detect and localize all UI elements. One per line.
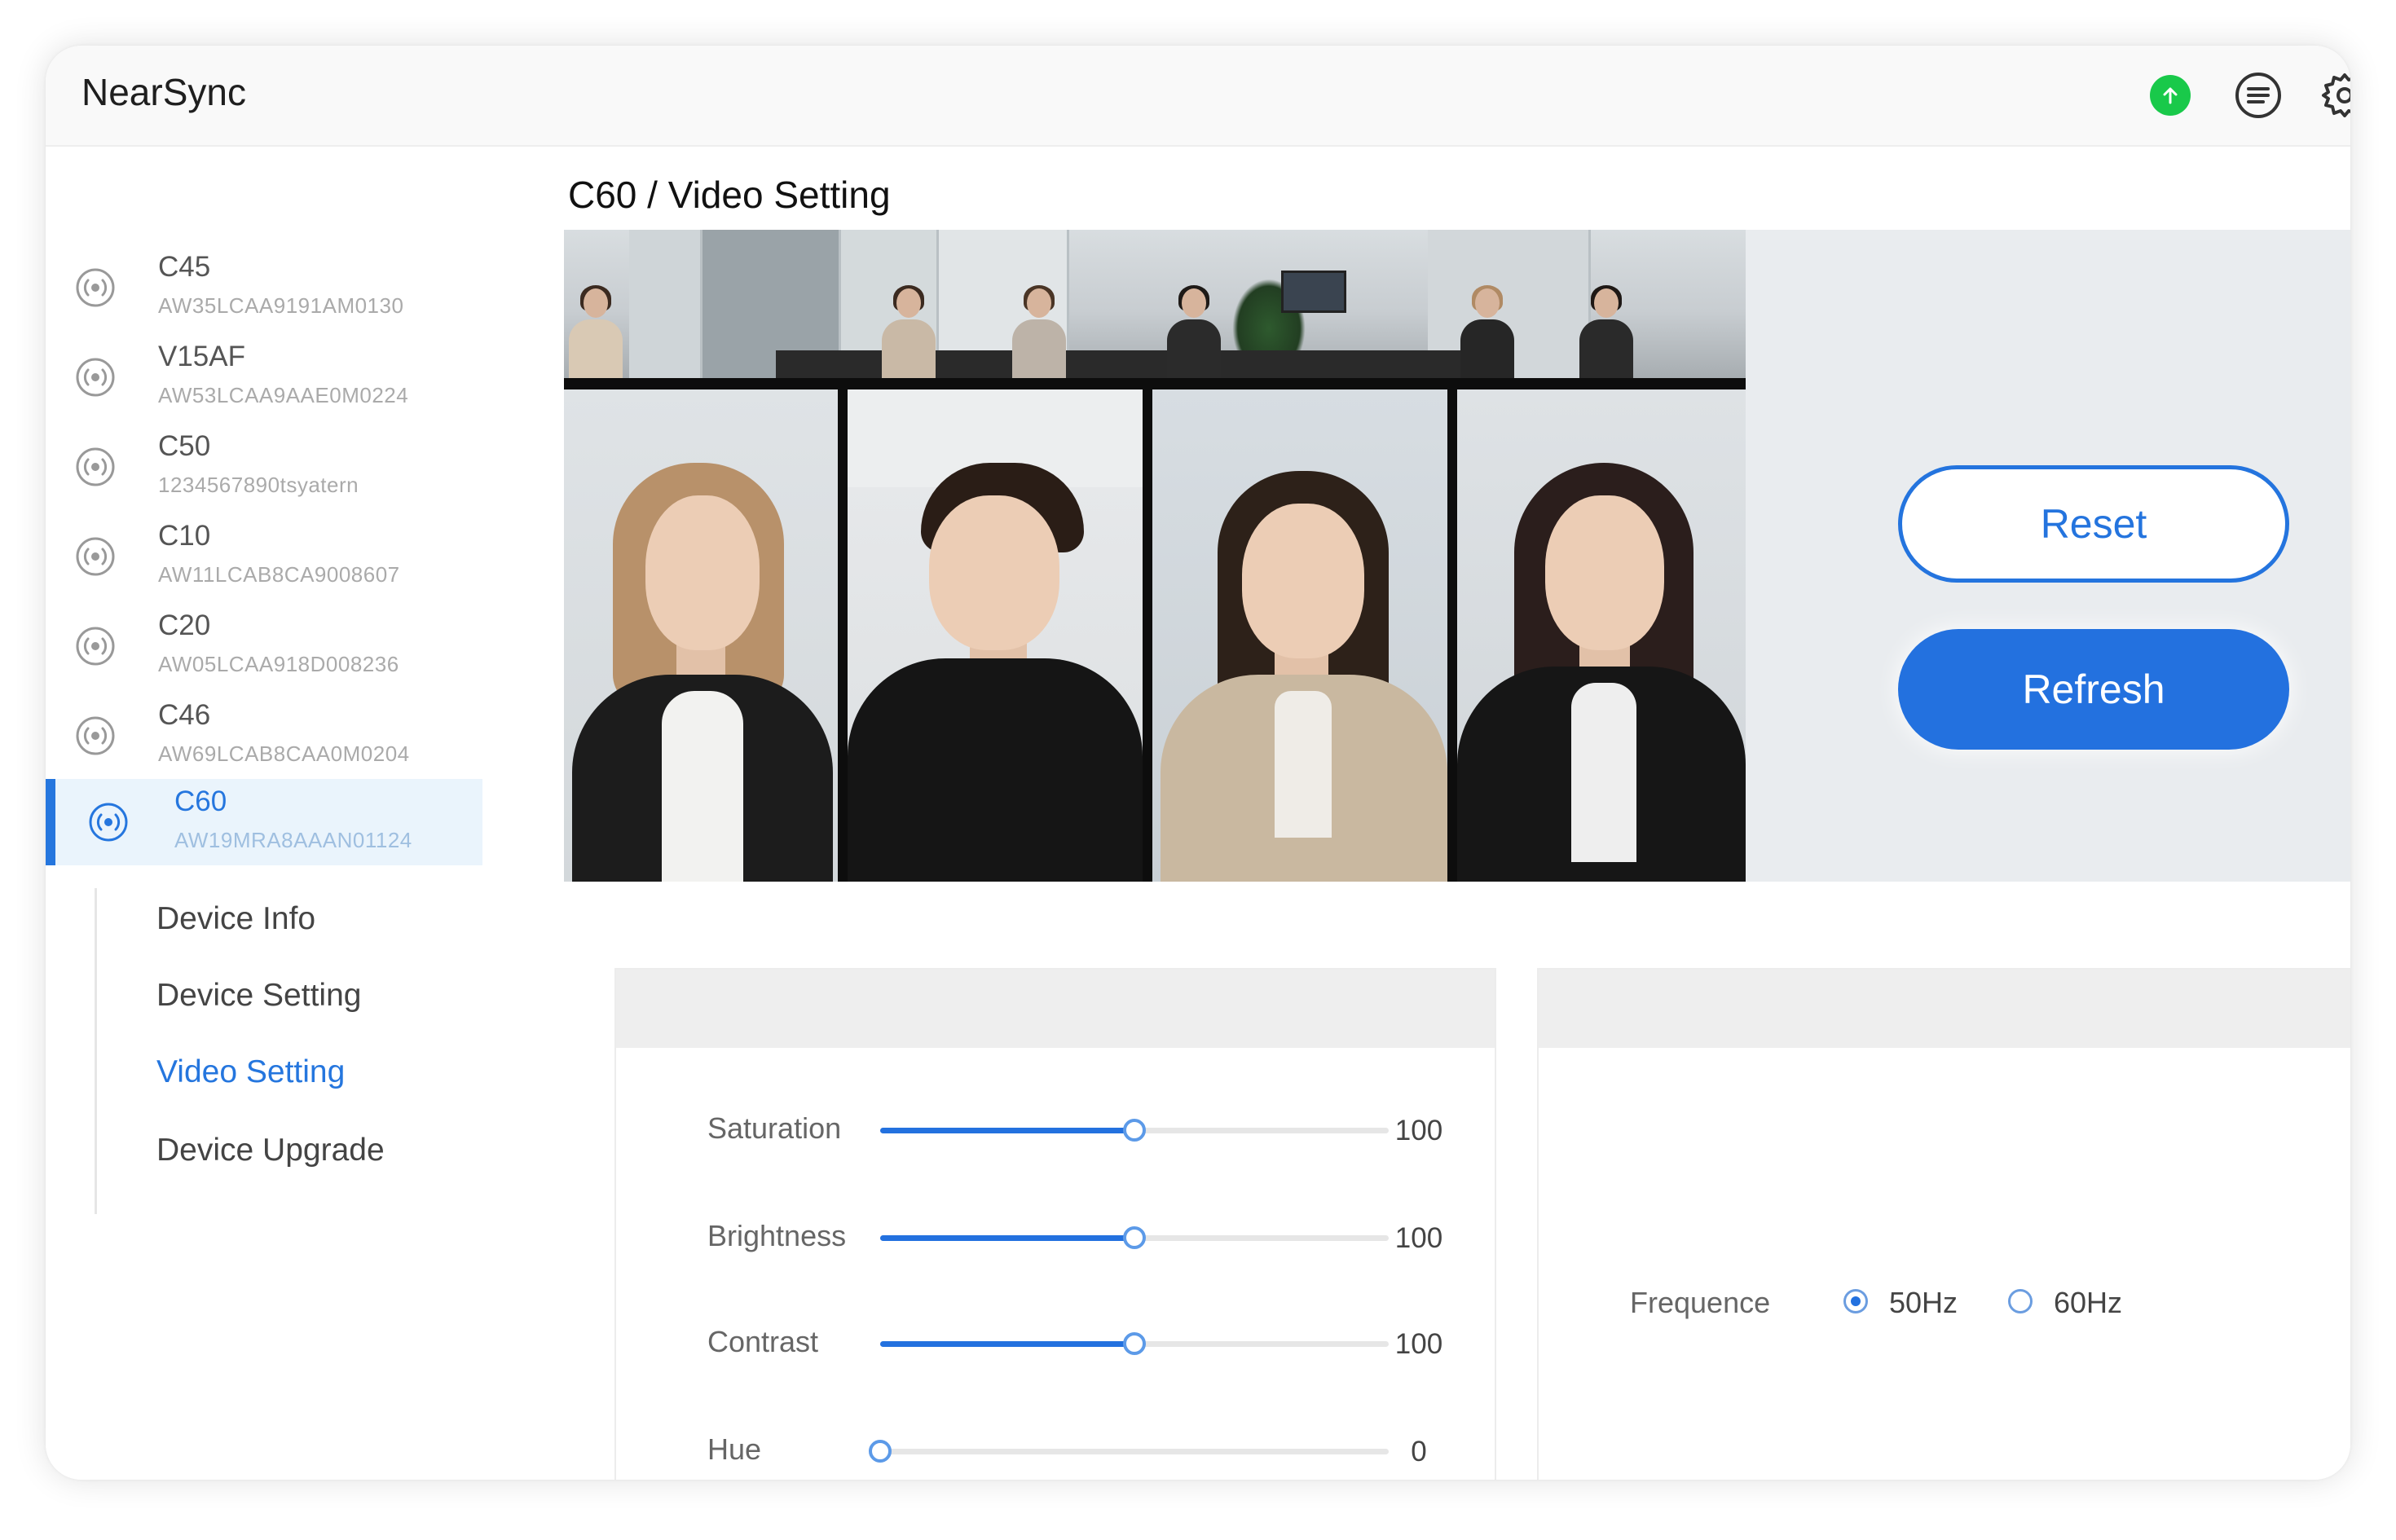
device-name: C10: [158, 520, 211, 552]
slider-fill: [880, 1128, 1134, 1133]
slider-handle[interactable]: [1123, 1119, 1146, 1142]
slider-fill: [880, 1235, 1134, 1241]
video-preview: [564, 230, 1746, 882]
image-adjust-panel: Saturation 100 Brightness 100 Contrast 1…: [614, 968, 1496, 1480]
device-name: V15AF: [158, 341, 245, 372]
device-serial: AW53LCAA9AAE0M0224: [158, 383, 409, 407]
hue-label: Hue: [707, 1432, 762, 1466]
brightness-slider[interactable]: [880, 1226, 1389, 1249]
top-bar: NearSync: [46, 46, 2350, 147]
participant-tile: [564, 389, 838, 882]
camera-signal-icon: [73, 714, 117, 758]
device-name: C20: [158, 609, 211, 641]
panorama-view: [564, 230, 1746, 378]
participant-tile: [1457, 389, 1746, 882]
device-item-c50[interactable]: C50 1234567890tsyatern: [46, 424, 482, 510]
saturation-slider[interactable]: [880, 1119, 1389, 1142]
device-serial: AW69LCAB8CAA0M0204: [158, 741, 410, 766]
device-item-c10[interactable]: C10 AW11LCAB8CA9008607: [46, 513, 482, 600]
device-name: C46: [158, 699, 211, 731]
device-serial: 1234567890tsyatern: [158, 473, 359, 497]
gear-icon[interactable]: [2319, 70, 2350, 121]
contrast-row: Contrast 100: [616, 1310, 1495, 1375]
reset-button[interactable]: Reset: [1898, 465, 2289, 583]
radio-50hz-label[interactable]: 50Hz: [1889, 1286, 1958, 1320]
slider-handle[interactable]: [1123, 1332, 1146, 1355]
device-item-v15af[interactable]: V15AF AW53LCAA9AAE0M0224: [46, 334, 482, 420]
contrast-slider[interactable]: [880, 1332, 1389, 1355]
submenu-video-setting[interactable]: Video Setting: [156, 1054, 345, 1090]
radio-50hz[interactable]: [1843, 1289, 1868, 1313]
brightness-value: 100: [1394, 1222, 1443, 1254]
device-serial: AW35LCAA9191AM0130: [158, 293, 404, 318]
camera-signal-icon: [73, 445, 117, 489]
panel-header: [1539, 970, 2350, 1048]
saturation-row: Saturation 100: [616, 1097, 1495, 1162]
contrast-value: 100: [1394, 1328, 1443, 1360]
brightness-label: Brightness: [707, 1219, 847, 1252]
device-sidebar: C45 AW35LCAA9191AM0130 V15AF AW53LCAA9AA…: [46, 147, 486, 1480]
camera-signal-icon: [73, 535, 117, 579]
device-item-c46[interactable]: C46 AW69LCAB8CAA0M0204: [46, 693, 482, 779]
submenu-divider: [95, 888, 97, 1214]
device-name: C45: [158, 251, 211, 283]
hue-row: Hue 0: [616, 1418, 1495, 1480]
device-serial: AW19MRA8AAAN01124: [174, 828, 412, 852]
hue-value: 0: [1411, 1436, 1427, 1467]
upload-icon[interactable]: [2150, 75, 2191, 116]
camera-signal-icon: [73, 355, 117, 399]
refresh-button[interactable]: Refresh: [1898, 629, 2289, 750]
app-title: NearSync: [81, 71, 246, 113]
device-name: C60: [174, 785, 227, 817]
device-serial: AW11LCAB8CA9008607: [158, 562, 400, 587]
saturation-value: 100: [1394, 1115, 1443, 1146]
device-name: C50: [158, 430, 211, 462]
participant-tile: [1152, 389, 1447, 882]
radio-60hz[interactable]: [2008, 1289, 2033, 1313]
device-item-c60[interactable]: C60 AW19MRA8AAAN01124: [46, 779, 482, 865]
contrast-label: Contrast: [707, 1325, 819, 1358]
panel-header: [616, 970, 1495, 1048]
submenu-device-info[interactable]: Device Info: [156, 901, 315, 937]
saturation-label: Saturation: [707, 1111, 842, 1145]
slider-handle[interactable]: [869, 1440, 892, 1463]
slider-handle[interactable]: [1123, 1226, 1146, 1249]
device-item-c20[interactable]: C20 AW05LCAA918D008236: [46, 603, 482, 689]
hue-slider[interactable]: [869, 1440, 1389, 1463]
app-window: NearSync C45 AW35LCAA9191AM0130 V15AF AW…: [46, 46, 2350, 1480]
camera-signal-icon: [86, 800, 130, 844]
submenu-device-upgrade[interactable]: Device Upgrade: [156, 1133, 385, 1168]
frequence-label: Frequence: [1630, 1286, 1771, 1319]
participant-tile: [848, 389, 1143, 882]
camera-signal-icon: [73, 266, 117, 310]
page-title: C60 / Video Setting: [568, 174, 891, 216]
device-serial: AW05LCAA918D008236: [158, 652, 399, 676]
submenu-device-setting[interactable]: Device Setting: [156, 978, 361, 1014]
brightness-row: Brightness 100: [616, 1204, 1495, 1269]
list-icon[interactable]: [2233, 70, 2284, 121]
device-item-c45[interactable]: C45 AW35LCAA9191AM0130: [46, 244, 482, 331]
slider-fill: [880, 1341, 1134, 1347]
radio-60hz-label[interactable]: 60Hz: [2054, 1286, 2122, 1320]
frequence-panel: Frequence 50Hz 60Hz: [1537, 968, 2350, 1480]
camera-signal-icon: [73, 624, 117, 668]
